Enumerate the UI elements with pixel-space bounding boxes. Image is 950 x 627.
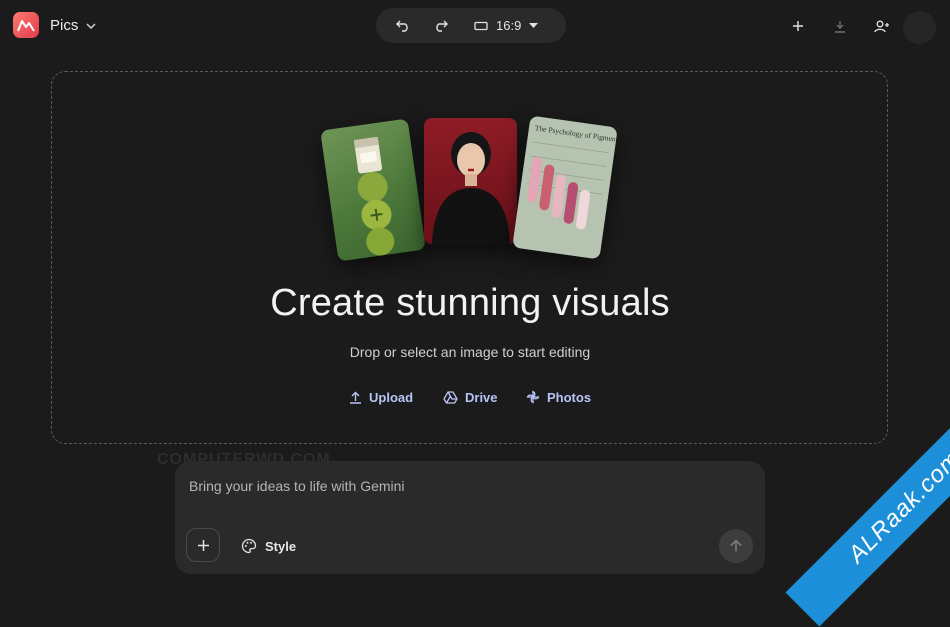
new-button[interactable] bbox=[786, 14, 810, 38]
add-person-icon bbox=[874, 20, 889, 32]
photos-label: Photos bbox=[547, 389, 592, 405]
aspect-ratio-value: 16:9 bbox=[496, 18, 522, 33]
aspect-ratio-dropdown[interactable]: 16:9 bbox=[474, 8, 548, 43]
drive-label: Drive bbox=[465, 389, 498, 405]
psychology-of-pigment-poster: The Psychology of Pigment bbox=[512, 115, 618, 260]
add-media-button[interactable] bbox=[186, 528, 220, 562]
prompt-input[interactable] bbox=[187, 473, 751, 499]
poster-title: The Psychology of Pigment bbox=[534, 123, 617, 144]
download-icon bbox=[835, 20, 845, 33]
plus-icon bbox=[197, 539, 209, 551]
pinwheel-icon bbox=[526, 390, 540, 404]
app-switcher[interactable]: Pics bbox=[13, 12, 96, 38]
style-button[interactable]: Style bbox=[241, 535, 296, 557]
drive-icon bbox=[443, 390, 458, 404]
send-button[interactable] bbox=[719, 529, 753, 563]
app-name: Pics bbox=[50, 16, 79, 34]
aspect-ratio-icon bbox=[474, 21, 488, 30]
share-button[interactable] bbox=[870, 14, 894, 38]
hero-subtitle: Drop or select an image to start editing bbox=[349, 344, 591, 360]
pics-logo-icon bbox=[13, 12, 39, 38]
style-label: Style bbox=[265, 538, 297, 554]
hero-title: Create stunning visuals bbox=[270, 282, 670, 324]
undo-icon bbox=[396, 20, 408, 32]
redo-button[interactable] bbox=[428, 8, 454, 43]
ribbon-text: ALRaak.com bbox=[842, 444, 950, 569]
top-bar: Pics 16:9 bbox=[0, 0, 950, 54]
download-button[interactable] bbox=[828, 14, 852, 38]
user-avatar[interactable] bbox=[903, 11, 936, 44]
portrait-image bbox=[424, 118, 517, 244]
upload-label: Upload bbox=[369, 389, 414, 405]
redo-icon bbox=[436, 20, 448, 32]
upload-icon bbox=[350, 391, 361, 404]
caret-down-icon bbox=[529, 23, 539, 28]
photos-button[interactable]: Photos bbox=[526, 386, 591, 408]
edit-toolbar: 16:9 bbox=[376, 8, 566, 43]
drive-button[interactable]: Drive bbox=[443, 386, 498, 408]
prompt-box: Style bbox=[175, 461, 765, 574]
arrow-up-icon bbox=[730, 539, 742, 552]
upload-button[interactable]: Upload bbox=[349, 386, 413, 408]
plus-icon bbox=[793, 21, 803, 31]
chevron-down-icon bbox=[86, 23, 96, 29]
candle-tomato-image bbox=[320, 118, 426, 262]
undo-button[interactable] bbox=[390, 8, 416, 43]
palette-icon bbox=[241, 538, 257, 554]
